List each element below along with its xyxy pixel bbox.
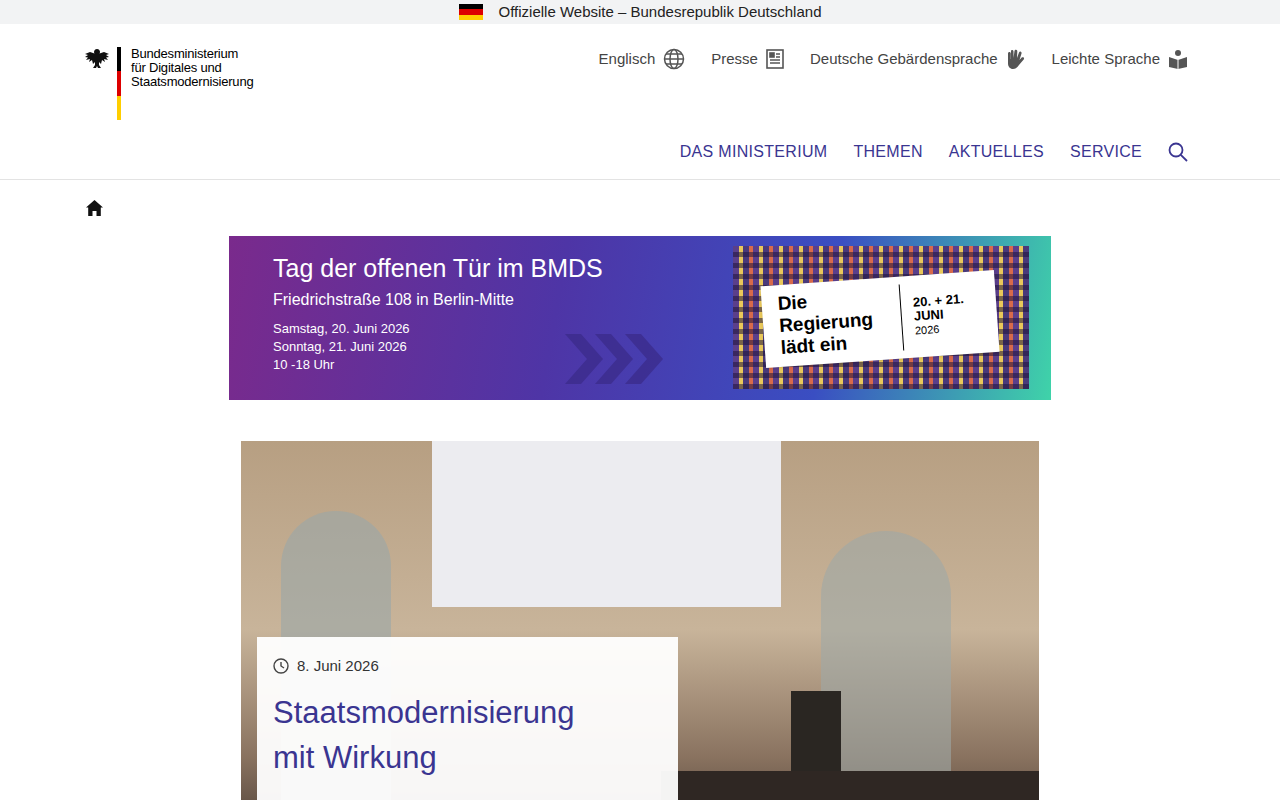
service-link-icon: [663, 48, 685, 70]
ministry-logo[interactable]: Bundesministeriumfür Digitales undStaats…: [83, 47, 253, 120]
service-link[interactable]: Englisch: [599, 48, 686, 71]
main-nav: DAS MINISTERIUM THEMEN AKTUELLES SERVICE: [83, 140, 1188, 164]
hero-date: 8. Juni 2026: [297, 655, 379, 678]
banner-date: 10 -18 Uhr: [273, 356, 603, 374]
logo-text-line: Staatsmodernisierung: [131, 75, 253, 89]
nav-item[interactable]: SERVICE: [1070, 140, 1142, 164]
service-link-icon: [766, 49, 784, 69]
banner-subtitle: Friedrichstraße 108 in Berlin-Mitte: [273, 289, 603, 311]
service-link-icon: [1168, 49, 1188, 69]
banner-title: Tag der offenen Tür im BMDS: [273, 252, 603, 284]
nav-item[interactable]: DAS MINISTERIUM: [680, 140, 828, 164]
service-link[interactable]: Leichte Sprache: [1052, 48, 1188, 71]
official-bar: Offizielle Website – Bundesrepublik Deut…: [0, 0, 1280, 24]
newspaper-icon: [766, 49, 784, 69]
banner-label-date: JUNI: [913, 306, 965, 324]
nav-item[interactable]: THEMEN: [853, 140, 922, 164]
home-icon[interactable]: [86, 200, 103, 216]
banner-date: Sonntag, 21. Juni 2026: [273, 338, 603, 356]
nav-item[interactable]: AKTUELLES: [949, 140, 1044, 164]
hero-card: 8. Juni 2026 Staatsmodernisierung mit Wir…: [257, 637, 678, 800]
hero-title[interactable]: Staatsmodernisierung mit Wirkung: [273, 690, 662, 780]
service-link[interactable]: Deutsche Gebärdensprache: [810, 48, 1026, 71]
search-icon[interactable]: [1168, 142, 1188, 162]
clock-icon: [273, 658, 289, 674]
hero-teaser[interactable]: 8. Juni 2026 Staatsmodernisierung mit Wir…: [241, 441, 1039, 800]
site-header: Bundesministeriumfür Digitales undStaats…: [0, 24, 1280, 180]
official-bar-text: Offizielle Website – Bundesrepublik Deut…: [499, 1, 822, 24]
logo-text-line: für Digitales und: [131, 61, 253, 75]
globe-icon: [663, 48, 685, 70]
easy-language-icon: [1168, 49, 1188, 69]
service-links: Englisch Presse Deutsche Gebärdensprache Le…: [599, 47, 1188, 71]
chevrons-icon: [565, 334, 665, 384]
service-link[interactable]: Presse: [711, 48, 784, 71]
banner-label: Die Regierung lädt ein: [777, 285, 891, 359]
banner-date: Samstag, 20. Juni 2026: [273, 320, 603, 338]
german-flag-icon: [459, 4, 483, 20]
banner-label-date: 2026: [914, 320, 966, 338]
sign-language-hand-icon: [1006, 48, 1026, 70]
logo-text-line: Bundesministerium: [131, 47, 253, 61]
banner-graphic: Die Regierung lädt ein20. + 21.JUNI2026: [733, 246, 1029, 389]
service-link-icon: [1006, 48, 1026, 70]
federal-eagle-icon: [83, 47, 111, 75]
open-day-banner[interactable]: Tag der offenen Tür im BMDS Friedrichstra…: [229, 236, 1051, 400]
